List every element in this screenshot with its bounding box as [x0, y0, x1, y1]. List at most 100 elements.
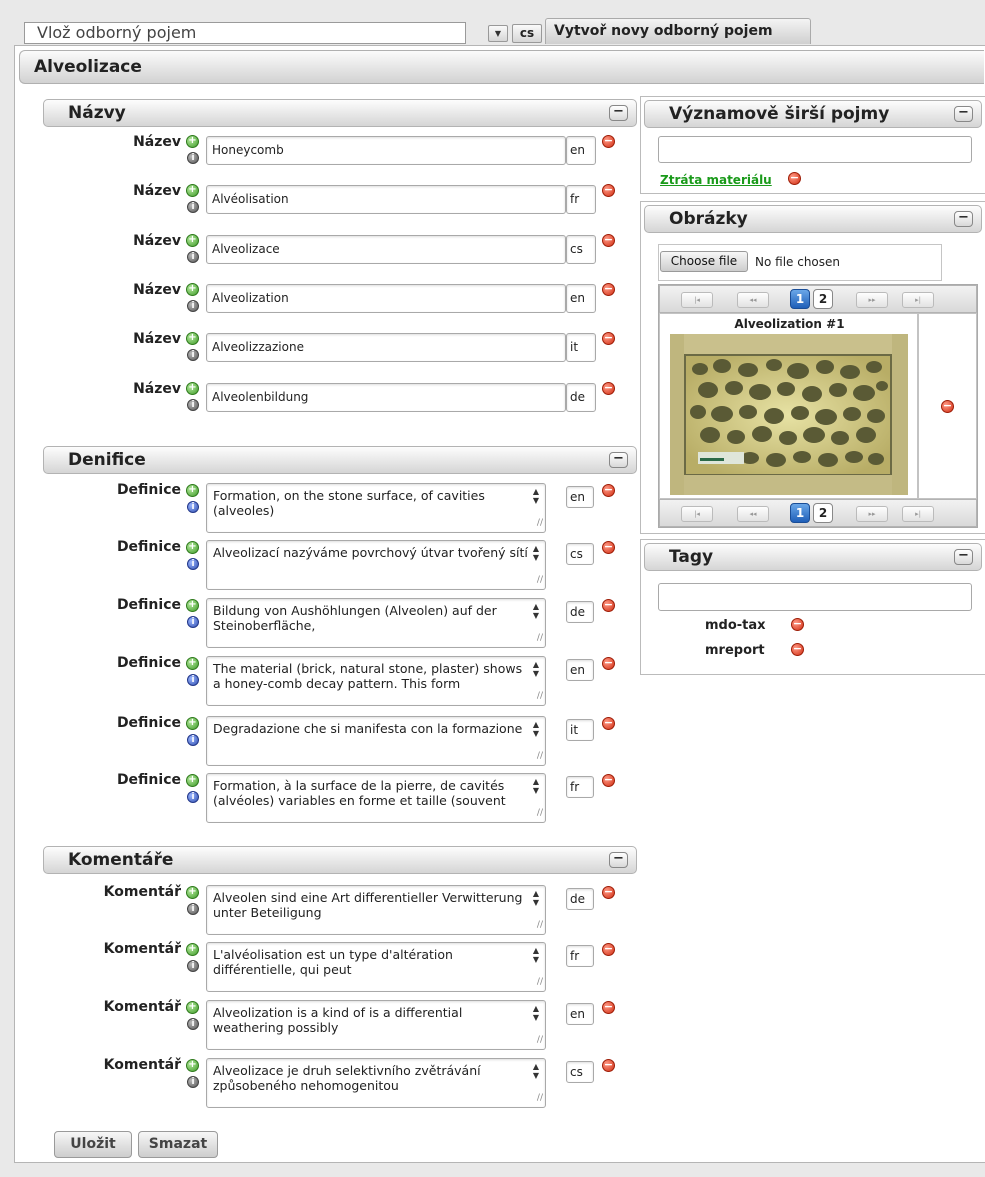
- collapse-icon[interactable]: −: [954, 106, 973, 122]
- delete-button[interactable]: Smazat: [138, 1131, 218, 1158]
- spinner-icon[interactable]: ▲ ▼: [527, 774, 545, 802]
- resize-grip-icon[interactable]: //: [537, 918, 543, 933]
- remove-tag-icon[interactable]: −: [791, 618, 804, 631]
- info-icon[interactable]: i: [187, 903, 199, 915]
- name-input[interactable]: Alveolenbildung: [206, 383, 566, 412]
- info-icon[interactable]: i: [187, 1076, 199, 1088]
- info-icon[interactable]: i: [187, 251, 199, 263]
- name-input[interactable]: Honeycomb: [206, 136, 566, 165]
- spinner-icon[interactable]: ▲ ▼: [527, 886, 545, 914]
- definition-lang-select[interactable]: fr: [566, 776, 594, 798]
- choose-file-button[interactable]: Choose file: [660, 251, 748, 272]
- remove-icon[interactable]: −: [602, 135, 615, 148]
- add-icon[interactable]: +: [186, 283, 199, 296]
- term-search-input[interactable]: Vlož odborný pojem: [24, 22, 466, 44]
- resize-grip-icon[interactable]: //: [537, 689, 543, 704]
- resize-grip-icon[interactable]: //: [537, 516, 543, 531]
- spinner-icon[interactable]: ▲ ▼: [527, 599, 545, 627]
- remove-icon[interactable]: −: [602, 332, 615, 345]
- comment-textarea[interactable]: Alveolen sind eine Art differentieller V…: [206, 885, 546, 935]
- remove-image-icon[interactable]: −: [941, 400, 954, 413]
- add-icon[interactable]: +: [186, 657, 199, 670]
- name-input[interactable]: Alveolizzazione: [206, 333, 566, 362]
- collapse-icon[interactable]: −: [954, 549, 973, 565]
- info-icon[interactable]: i: [187, 300, 199, 312]
- comment-lang-select[interactable]: en: [566, 1003, 594, 1025]
- page-2-button[interactable]: 2: [813, 503, 833, 523]
- info-icon[interactable]: i: [187, 558, 199, 570]
- info-icon[interactable]: i: [187, 1018, 199, 1030]
- definition-textarea[interactable]: Formation, à la surface de la pierre, de…: [206, 773, 546, 823]
- page-1-button[interactable]: 1: [790, 503, 810, 523]
- info-icon[interactable]: i: [187, 791, 199, 803]
- name-lang-select[interactable]: fr: [566, 185, 596, 214]
- resize-grip-icon[interactable]: //: [537, 1033, 543, 1048]
- prev-page-icon[interactable]: ◂◂: [737, 292, 769, 308]
- resize-grip-icon[interactable]: //: [537, 631, 543, 646]
- collapse-icon[interactable]: −: [609, 105, 628, 121]
- definition-lang-select[interactable]: de: [566, 601, 594, 623]
- remove-icon[interactable]: −: [602, 774, 615, 787]
- collapse-icon[interactable]: −: [609, 452, 628, 468]
- comment-textarea[interactable]: Alveolization is a kind of is a differen…: [206, 1000, 546, 1050]
- add-icon[interactable]: +: [186, 332, 199, 345]
- definition-lang-select[interactable]: it: [566, 719, 594, 741]
- remove-icon[interactable]: −: [602, 234, 615, 247]
- remove-icon[interactable]: −: [602, 1001, 615, 1014]
- add-icon[interactable]: +: [186, 135, 199, 148]
- tag-input[interactable]: [658, 583, 972, 611]
- last-page-icon[interactable]: ▸|: [902, 506, 934, 522]
- remove-icon[interactable]: −: [602, 943, 615, 956]
- next-page-icon[interactable]: ▸▸: [856, 292, 888, 308]
- info-icon[interactable]: i: [187, 501, 199, 513]
- definition-textarea[interactable]: Bildung von Aushöhlungen (Alveolen) auf …: [206, 598, 546, 648]
- alveolization-photo[interactable]: [670, 334, 908, 495]
- add-icon[interactable]: +: [186, 541, 199, 554]
- spinner-icon[interactable]: ▲ ▼: [527, 484, 545, 512]
- definition-textarea[interactable]: Alveolizací nazýváme povrchový útvar tvo…: [206, 540, 546, 590]
- add-icon[interactable]: +: [186, 599, 199, 612]
- save-button[interactable]: Uložit: [54, 1131, 132, 1158]
- name-lang-select[interactable]: de: [566, 383, 596, 412]
- page-1-button[interactable]: 1: [790, 289, 810, 309]
- info-icon[interactable]: i: [187, 152, 199, 164]
- name-input[interactable]: Alveolization: [206, 284, 566, 313]
- comment-textarea[interactable]: L'alvéolisation est un type d'altération…: [206, 942, 546, 992]
- next-page-icon[interactable]: ▸▸: [856, 506, 888, 522]
- remove-icon[interactable]: −: [602, 717, 615, 730]
- comment-lang-select[interactable]: cs: [566, 1061, 594, 1083]
- last-page-icon[interactable]: ▸|: [902, 292, 934, 308]
- info-icon[interactable]: i: [187, 616, 199, 628]
- name-lang-select[interactable]: it: [566, 333, 596, 362]
- definition-textarea[interactable]: The material (brick, natural stone, plas…: [206, 656, 546, 706]
- name-input[interactable]: Alveolizace: [206, 235, 566, 264]
- collapse-icon[interactable]: −: [609, 852, 628, 868]
- add-icon[interactable]: +: [186, 234, 199, 247]
- page-2-button[interactable]: 2: [813, 289, 833, 309]
- remove-icon[interactable]: −: [602, 382, 615, 395]
- add-icon[interactable]: +: [186, 382, 199, 395]
- spinner-icon[interactable]: ▲ ▼: [527, 541, 545, 569]
- add-icon[interactable]: +: [186, 943, 199, 956]
- definition-lang-select[interactable]: cs: [566, 543, 594, 565]
- first-page-icon[interactable]: |◂: [681, 292, 713, 308]
- dropdown-icon[interactable]: ▼: [488, 25, 508, 42]
- language-button[interactable]: cs: [512, 24, 542, 43]
- remove-icon[interactable]: −: [602, 184, 615, 197]
- info-icon[interactable]: i: [187, 201, 199, 213]
- add-icon[interactable]: +: [186, 717, 199, 730]
- comment-textarea[interactable]: Alveolizace je druh selektivního zvětráv…: [206, 1058, 546, 1108]
- info-icon[interactable]: i: [187, 960, 199, 972]
- info-icon[interactable]: i: [187, 399, 199, 411]
- add-icon[interactable]: +: [186, 1059, 199, 1072]
- add-icon[interactable]: +: [186, 184, 199, 197]
- broader-term-link[interactable]: Ztráta materiálu: [660, 173, 772, 187]
- add-icon[interactable]: +: [186, 484, 199, 497]
- spinner-icon[interactable]: ▲ ▼: [527, 717, 545, 745]
- name-input[interactable]: Alvéolisation: [206, 185, 566, 214]
- remove-icon[interactable]: −: [602, 1059, 615, 1072]
- broader-terms-input[interactable]: [658, 136, 972, 163]
- resize-grip-icon[interactable]: //: [537, 1091, 543, 1106]
- name-lang-select[interactable]: en: [566, 136, 596, 165]
- definition-textarea[interactable]: Formation, on the stone surface, of cavi…: [206, 483, 546, 533]
